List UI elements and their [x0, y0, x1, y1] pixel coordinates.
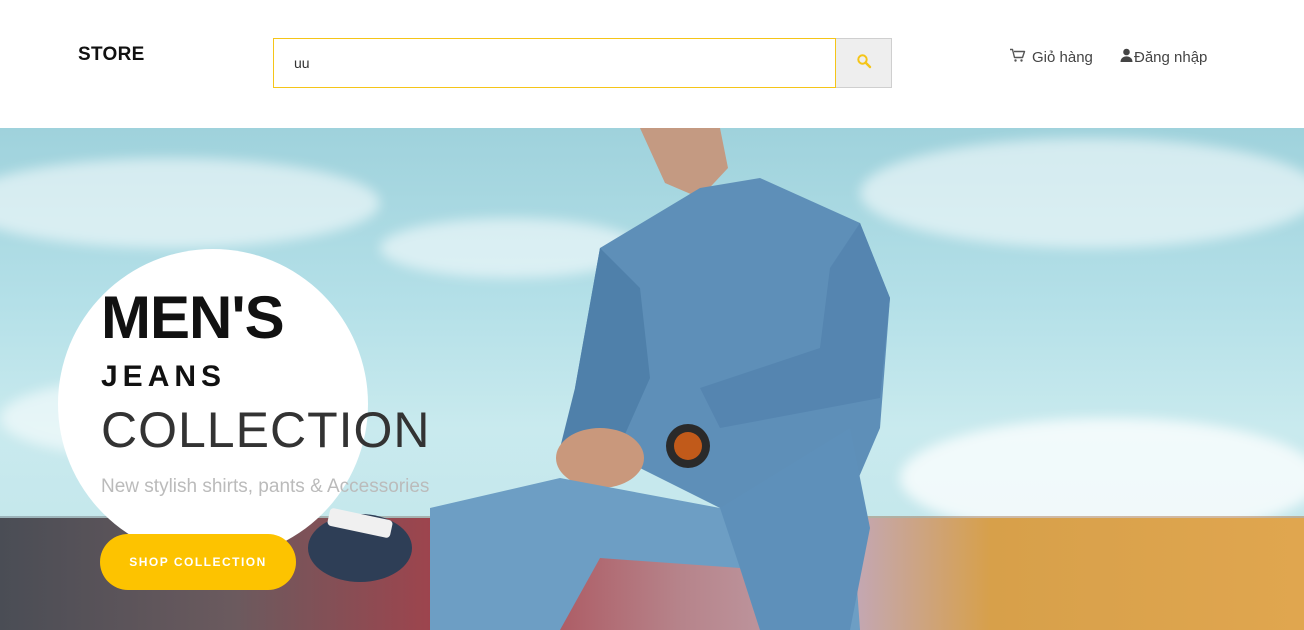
cart-link[interactable]: Giỏ hàng — [1009, 48, 1093, 67]
login-link[interactable]: Đăng nhập — [1120, 48, 1207, 66]
cart-label: Giỏ hàng — [1032, 49, 1093, 66]
hero-banner: MEN'S JEANS COLLECTION New stylish shirt… — [0, 128, 1304, 630]
shop-collection-button[interactable]: SHOP COLLECTION — [100, 534, 296, 590]
search-button[interactable] — [836, 38, 892, 88]
hero-subtitle: New stylish shirts, pants & Accessories — [101, 476, 430, 497]
store-logo[interactable]: STORE — [78, 44, 145, 66]
search-icon — [856, 53, 872, 74]
hero-title-collection: COLLECTION — [101, 402, 431, 458]
search-bar — [273, 38, 892, 88]
user-icon — [1120, 48, 1134, 66]
search-input[interactable] — [273, 38, 836, 88]
login-label: Đăng nhập — [1134, 48, 1208, 66]
cart-icon — [1009, 48, 1032, 67]
hero-title-jeans: JEANS — [101, 360, 227, 393]
site-header: STORE Giỏ hàng — [0, 0, 1304, 128]
hero-title-mens: MEN'S — [101, 284, 285, 351]
